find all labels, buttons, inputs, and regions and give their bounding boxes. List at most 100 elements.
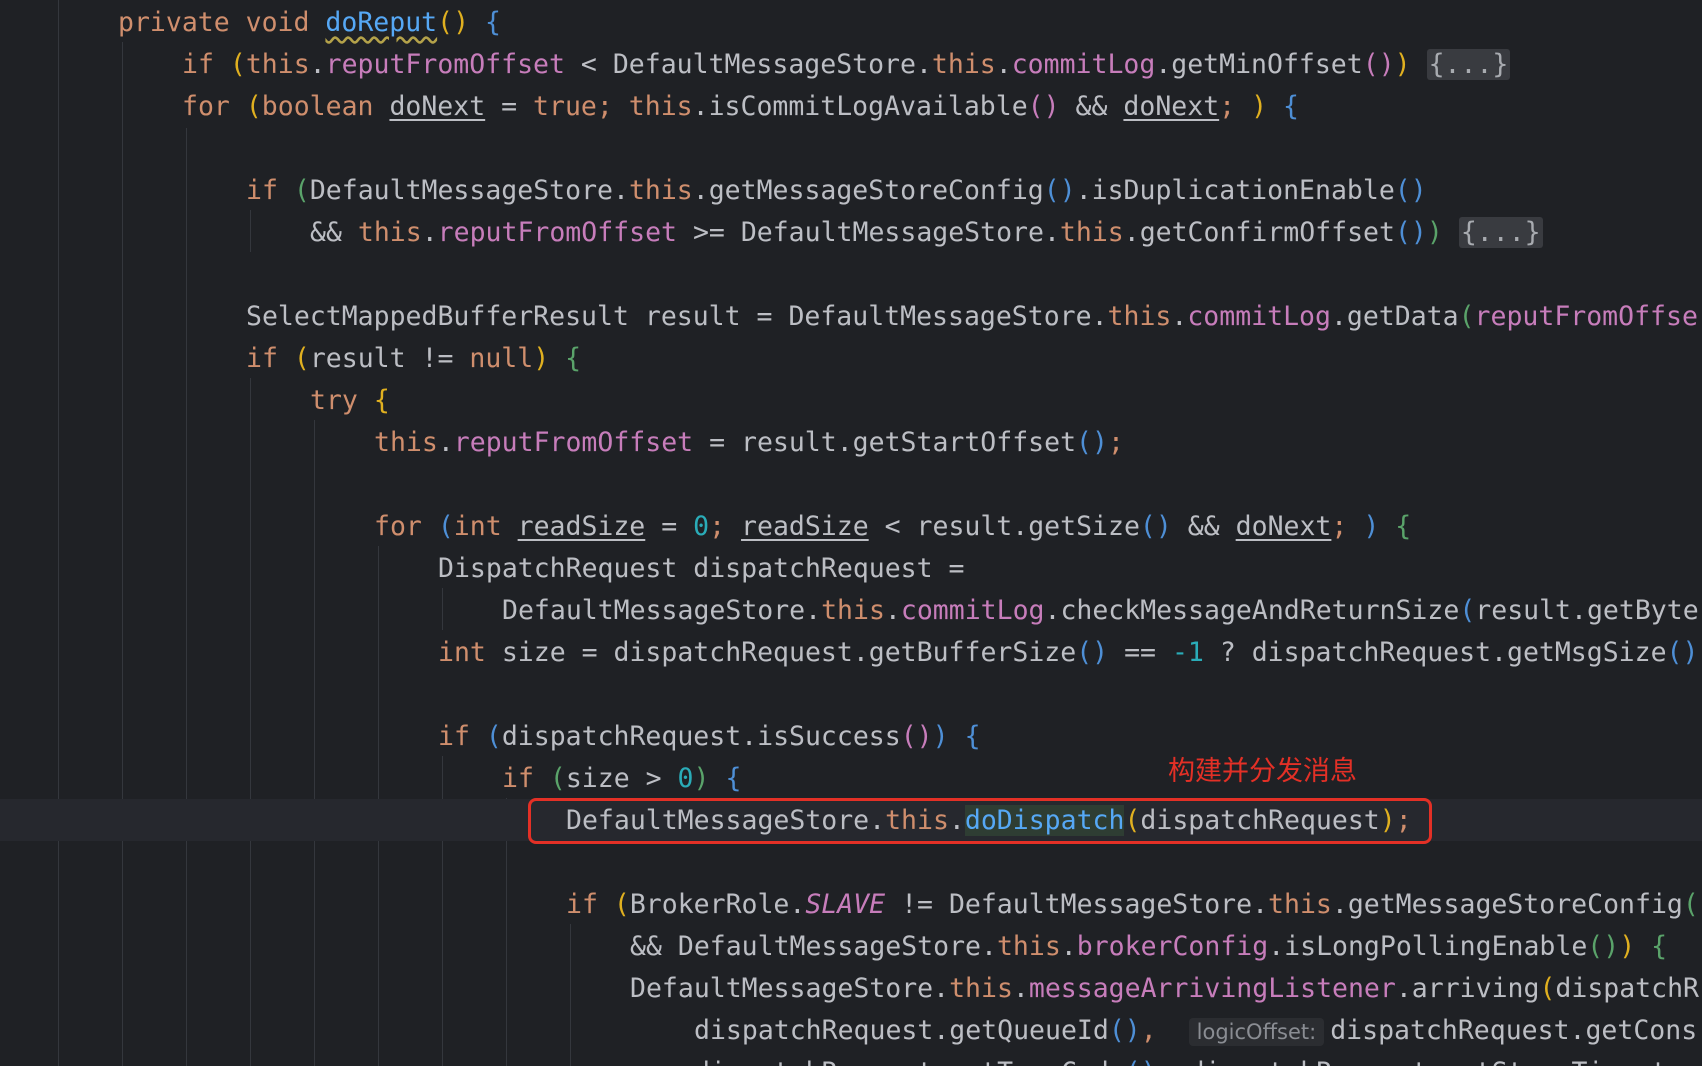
code-line[interactable]: && DefaultMessageStore.this.brokerConfig…	[630, 926, 1667, 968]
parameter-hint: logicOffset:	[1188, 1018, 1325, 1046]
folded-block[interactable]: {...}	[1426, 49, 1511, 80]
code-token: doNext	[389, 91, 486, 122]
code-token: boolean	[261, 91, 390, 122]
code-token: && DefaultMessageStore.	[630, 931, 997, 962]
code-token: messageArrivingListener	[1028, 973, 1396, 1004]
indent-guide	[250, 210, 251, 252]
code-token: int	[438, 637, 502, 668]
code-line[interactable]: for (boolean doNext = true; this.isCommi…	[182, 86, 1299, 128]
code-token: DefaultMessageStore.	[309, 175, 629, 206]
code-token: &&	[310, 217, 358, 248]
code-token: ;	[596, 91, 629, 122]
code-token: &&	[1171, 511, 1236, 542]
code-token: .isDuplicationEnable	[1075, 175, 1395, 206]
code-token: dispatchRequest.getStoreTimest	[1189, 1057, 1668, 1066]
code-line[interactable]: int size = dispatchRequest.getBufferSize…	[438, 632, 1698, 674]
code-token: .getData	[1330, 301, 1459, 332]
code-editor[interactable]: private void doReput() { if (this.reputF…	[0, 0, 1702, 1066]
code-token: try	[310, 385, 374, 416]
code-line[interactable]: if (dispatchRequest.isSuccess()) {	[438, 716, 981, 758]
code-token: commitLog	[1011, 49, 1156, 80]
code-token: < result.getSize	[868, 511, 1140, 542]
code-line[interactable]: if (this.reputFromOffset < DefaultMessag…	[182, 44, 1511, 86]
code-line[interactable]: if (result != null) {	[246, 338, 581, 380]
code-token: .isLongPollingEnable	[1268, 931, 1588, 962]
code-line[interactable]: if (BrokerRole.SLAVE != DefaultMessageSt…	[566, 884, 1699, 926]
code-token: >= DefaultMessageStore.	[677, 217, 1060, 248]
code-token: result.getByte	[1475, 595, 1699, 626]
indent-guide	[314, 420, 315, 1066]
code-token: doNext	[1235, 511, 1332, 542]
code-token: commitLog	[1187, 301, 1331, 332]
code-token: .isCommitLogAvailable	[692, 91, 1028, 122]
code-token: .arriving	[1395, 973, 1540, 1004]
code-token: .getMessageStoreConfig	[1331, 889, 1683, 920]
code-line-method-signature[interactable]: private void doReput() {	[118, 2, 501, 44]
code-line[interactable]: DefaultMessageStore.this.commitLog.check…	[502, 590, 1699, 632]
code-token: .getConfirmOffset	[1123, 217, 1395, 248]
code-line[interactable]: SelectMappedBufferResult result = Defaul…	[246, 296, 1698, 338]
code-token: DefaultMessageStore.	[502, 595, 822, 626]
indent-guide	[122, 42, 123, 1066]
code-token: for	[182, 91, 246, 122]
code-token: brokerConfig	[1076, 931, 1269, 962]
code-token: true	[533, 91, 597, 122]
code-line[interactable]: if (size > 0) {	[502, 758, 741, 800]
code-token: readSize	[517, 511, 646, 542]
code-token: int	[453, 511, 518, 542]
code-line[interactable]: for (int readSize = 0; readSize < result…	[374, 506, 1411, 548]
folded-block[interactable]: {...}	[1458, 217, 1543, 248]
code-line[interactable]: dispatchRequest.getTagsCode(), dispatchR…	[694, 1052, 1667, 1066]
code-token: null	[469, 343, 534, 374]
code-token: ;	[709, 511, 742, 542]
code-token: -1	[1171, 637, 1204, 668]
code-line[interactable]: if (DefaultMessageStore.this.getMessageS…	[246, 170, 1427, 212]
code-token: this	[821, 595, 885, 626]
code-line[interactable]: this.reputFromOffset = result.getStartOf…	[374, 422, 1124, 464]
code-token: commitLog	[900, 595, 1045, 626]
code-token: < DefaultMessageStore.	[564, 49, 932, 80]
code-token: =	[645, 511, 694, 542]
code-token: ==	[1108, 637, 1172, 668]
code-token: doNext	[1123, 91, 1220, 122]
code-line[interactable]: && this.reputFromOffset >= DefaultMessag…	[310, 212, 1543, 254]
indent-guide	[250, 378, 251, 1066]
code-token: SLAVE	[805, 889, 886, 920]
code-token: ;	[1219, 91, 1252, 122]
code-token: =	[485, 91, 534, 122]
method-name: doReput	[325, 7, 438, 38]
code-token: readSize	[741, 511, 869, 542]
code-token: != DefaultMessageStore.	[885, 889, 1269, 920]
code-token: this	[628, 91, 693, 122]
indent-guide	[58, 0, 59, 1066]
code-token: dispatchRequest.getTagsCode	[694, 1057, 1125, 1066]
annotation-label: 构建并分发消息	[1168, 756, 1357, 787]
code-line[interactable]: try {	[310, 380, 390, 422]
annotation-highlight-box	[528, 798, 1432, 844]
code-token: ? dispatchRequest.getMsgSize	[1203, 637, 1667, 668]
code-token: this	[628, 175, 693, 206]
code-token: &&	[1059, 91, 1124, 122]
indent-guide	[186, 128, 187, 1066]
code-token: this	[1059, 217, 1124, 248]
code-token: result !=	[309, 343, 470, 374]
code-token: reputFromOffse	[1474, 301, 1698, 332]
code-token: this	[996, 931, 1061, 962]
code-token: for	[374, 511, 438, 542]
code-token: DefaultMessageStore.	[630, 973, 950, 1004]
code-token: DispatchRequest dispatchRequest =	[438, 553, 965, 584]
indent-guide	[442, 588, 443, 630]
code-line[interactable]: DispatchRequest dispatchRequest =	[438, 548, 965, 590]
code-token: .checkMessageAndReturnSize	[1044, 595, 1460, 626]
code-token: .getMessageStoreConfig	[692, 175, 1044, 206]
code-token: dispatchR	[1555, 973, 1699, 1004]
code-token: size >	[565, 763, 678, 794]
code-token: dispatchRequest.getQueueId	[694, 1015, 1109, 1046]
code-token: this	[357, 217, 422, 248]
code-line[interactable]: DefaultMessageStore.this.messageArriving…	[630, 968, 1699, 1010]
code-token: 0	[677, 763, 694, 794]
code-line[interactable]: dispatchRequest.getQueueId(), logicOffse…	[694, 1010, 1697, 1052]
indent-guide	[570, 924, 571, 1066]
code-token: this	[374, 427, 438, 458]
code-token: reputFromOffset	[437, 217, 677, 248]
